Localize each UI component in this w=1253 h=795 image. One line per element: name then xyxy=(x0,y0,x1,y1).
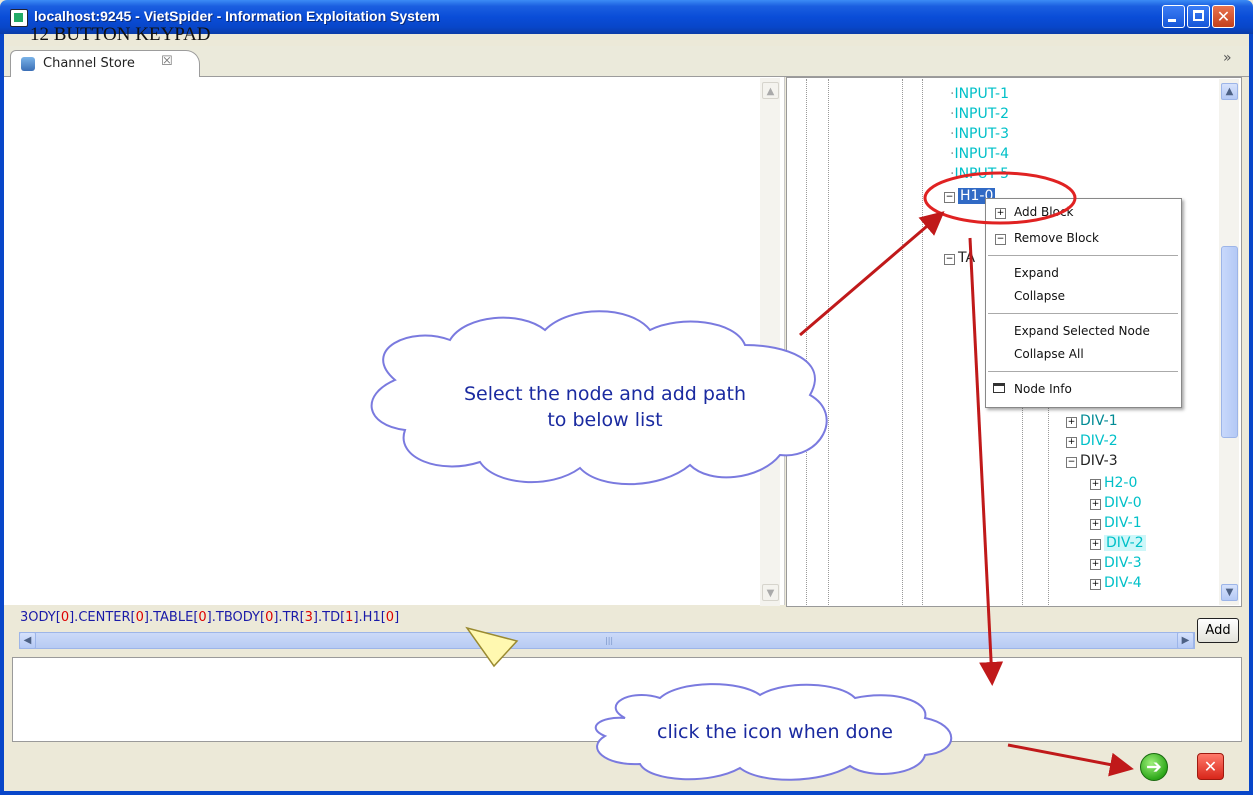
highlight-ellipse xyxy=(923,171,1077,225)
pointer-triangle-icon xyxy=(465,626,519,668)
annotation-line-2: to below list xyxy=(547,409,663,431)
annotation-line-1: Select the node and add path xyxy=(463,383,747,405)
arrow-to-node xyxy=(799,211,945,337)
arrow-to-list xyxy=(968,237,1004,686)
annotation-done: click the icon when done xyxy=(657,721,893,743)
arrow-to-done xyxy=(1007,743,1134,777)
